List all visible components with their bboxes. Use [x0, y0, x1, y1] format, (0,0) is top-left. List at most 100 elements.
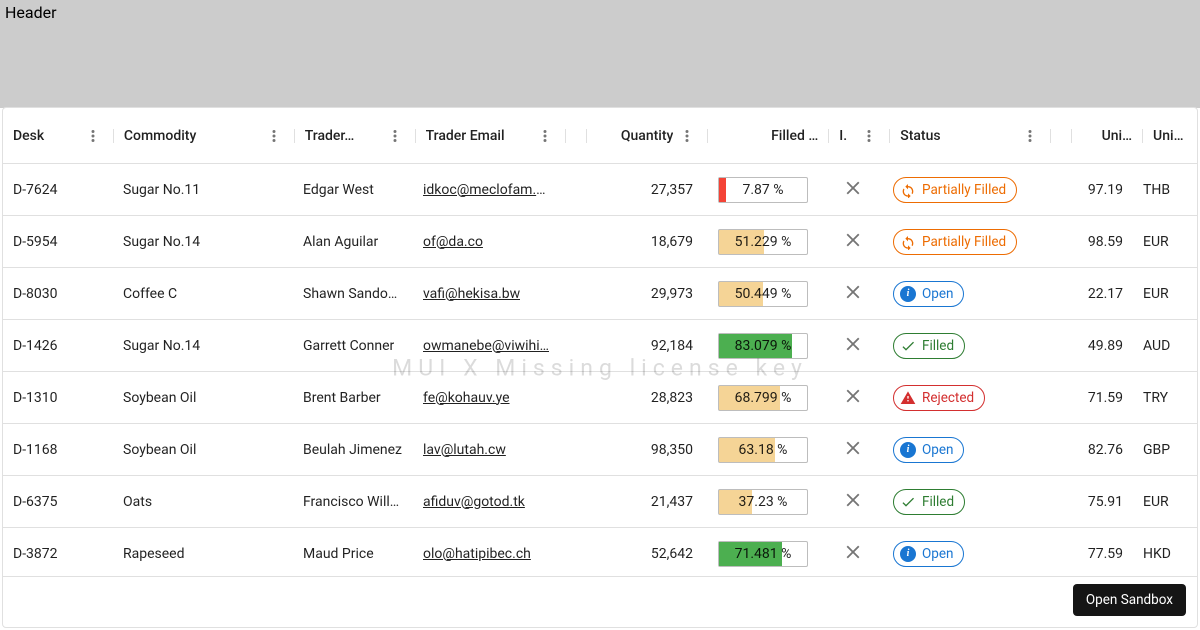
more-vert-icon[interactable]	[580, 122, 586, 150]
more-vert-icon[interactable]	[83, 122, 103, 150]
table-row[interactable]: D-8030Coffee CShawn Sando… vafi@hekisa.bw…	[3, 268, 1197, 320]
more-vert-icon[interactable]	[535, 122, 555, 150]
cell-status[interactable]: Partially Filled	[883, 164, 1043, 216]
email-link[interactable]: olo@hatipibec.ch	[423, 546, 531, 562]
cell-status[interactable]: Filled	[883, 320, 1043, 372]
cell-currency[interactable]: EUR	[1133, 216, 1187, 268]
email-link[interactable]: lav@lutah.cw	[423, 442, 506, 458]
cell-unit-price[interactable]: 97.19	[1063, 164, 1133, 216]
more-vert-icon[interactable]	[264, 122, 284, 150]
cell-trader-name[interactable]: Brent Barber	[293, 372, 413, 424]
cell-quantity[interactable]: 21,437	[583, 476, 703, 528]
cell-is-filled[interactable]	[823, 216, 883, 268]
cell-quantity[interactable]: 27,357	[583, 164, 703, 216]
cell-filled-quantity[interactable]: 37.23 %	[703, 476, 823, 528]
cell-trader-name[interactable]: Garrett Conner	[293, 320, 413, 372]
cell-filled-quantity[interactable]: 50.449 %	[703, 268, 823, 320]
cell-filled-quantity[interactable]: 51.229 %	[703, 216, 823, 268]
email-link[interactable]: vafi@hekisa.bw	[423, 286, 520, 302]
more-vert-icon[interactable]	[859, 122, 879, 150]
cell-trader-name[interactable]: Alan Aguilar	[293, 216, 413, 268]
table-row[interactable]: D-6375OatsFrancisco Will… afiduv@gotod.tk…	[3, 476, 1197, 528]
email-link[interactable]: afiduv@gotod.tk	[423, 494, 525, 510]
cell-is-filled[interactable]	[823, 164, 883, 216]
cell-quantity[interactable]: 98,350	[583, 424, 703, 476]
cell-commodity[interactable]: Rapeseed	[113, 528, 293, 576]
cell-unit-price[interactable]: 22.17	[1063, 268, 1133, 320]
cell-quantity[interactable]: 29,973	[583, 268, 703, 320]
table-row[interactable]: D-1310Soybean OilBrent Barber fe@kohauv.y…	[3, 372, 1197, 424]
email-link[interactable]: owmanebe@viwihi…	[423, 338, 549, 354]
cell-desk[interactable]: D-1310	[3, 372, 113, 424]
cell-unit-price[interactable]: 71.59	[1063, 372, 1133, 424]
more-vert-icon[interactable]	[1065, 122, 1071, 150]
cell-quantity[interactable]: 52,642	[583, 528, 703, 576]
cell-status[interactable]: iOpen	[883, 268, 1043, 320]
cell-is-filled[interactable]	[823, 424, 883, 476]
cell-unit-price[interactable]: 98.59	[1063, 216, 1133, 268]
email-link[interactable]: idkoc@meclofam.g…	[423, 182, 553, 198]
cell-trader-email[interactable]: owmanebe@viwihi…	[413, 320, 563, 372]
cell-status[interactable]: Rejected	[883, 372, 1043, 424]
table-row[interactable]: D-1426Sugar No.14Garrett Conner owmanebe@…	[3, 320, 1197, 372]
cell-filled-quantity[interactable]: 83.079 %	[703, 320, 823, 372]
cell-filled-quantity[interactable]: 68.799 %	[703, 372, 823, 424]
cell-desk[interactable]: D-6375	[3, 476, 113, 528]
cell-desk[interactable]: D-7624	[3, 164, 113, 216]
cell-desk[interactable]: D-1168	[3, 424, 113, 476]
cell-currency[interactable]: HKD	[1133, 528, 1187, 576]
open-sandbox-button[interactable]: Open Sandbox	[1073, 584, 1186, 616]
table-row[interactable]: D-5954Sugar No.14Alan Aguilar of@da.co 18,…	[3, 216, 1197, 268]
cell-commodity[interactable]: Sugar No.14	[113, 320, 293, 372]
cell-is-filled[interactable]	[823, 476, 883, 528]
cell-trader-email[interactable]: vafi@hekisa.bw	[413, 268, 563, 320]
cell-commodity[interactable]: Oats	[113, 476, 293, 528]
email-link[interactable]: of@da.co	[423, 234, 483, 250]
email-link[interactable]: fe@kohauv.ye	[423, 390, 510, 406]
cell-is-filled[interactable]	[823, 372, 883, 424]
table-row[interactable]: D-1168Soybean OilBeulah Jimenez lav@lutah…	[3, 424, 1197, 476]
cell-commodity[interactable]: Sugar No.11	[113, 164, 293, 216]
cell-unit-price[interactable]: 49.89	[1063, 320, 1133, 372]
column-header-unit-price[interactable]: Uni…	[1072, 108, 1142, 164]
cell-unit-price[interactable]: 77.59	[1063, 528, 1133, 576]
cell-is-filled[interactable]	[823, 268, 883, 320]
cell-currency[interactable]: TRY	[1133, 372, 1187, 424]
cell-filled-quantity[interactable]: 71.481 %	[703, 528, 823, 576]
cell-desk[interactable]: D-5954	[3, 216, 113, 268]
cell-commodity[interactable]: Soybean Oil	[113, 372, 293, 424]
cell-unit-price[interactable]: 75.91	[1063, 476, 1133, 528]
cell-trader-name[interactable]: Shawn Sando…	[293, 268, 413, 320]
cell-trader-name[interactable]: Beulah Jimenez	[293, 424, 413, 476]
column-header-trader-email[interactable]: Trader Email	[416, 108, 566, 164]
column-header-spacer[interactable]	[1051, 108, 1071, 164]
cell-trader-name[interactable]: Edgar West	[293, 164, 413, 216]
cell-desk[interactable]: D-1426	[3, 320, 113, 372]
cell-commodity[interactable]: Sugar No.14	[113, 216, 293, 268]
cell-currency[interactable]: EUR	[1133, 476, 1187, 528]
column-header-filled-quantity[interactable]: Filled …	[708, 108, 828, 164]
cell-desk[interactable]: D-8030	[3, 268, 113, 320]
cell-trader-email[interactable]: afiduv@gotod.tk	[413, 476, 563, 528]
cell-trader-email[interactable]: olo@hatipibec.ch	[413, 528, 563, 576]
cell-currency[interactable]: GBP	[1133, 424, 1187, 476]
cell-status[interactable]: Filled	[883, 476, 1043, 528]
cell-commodity[interactable]: Coffee C	[113, 268, 293, 320]
cell-currency[interactable]: THB	[1133, 164, 1187, 216]
cell-status[interactable]: Partially Filled	[883, 216, 1043, 268]
cell-commodity[interactable]: Soybean Oil	[113, 424, 293, 476]
cell-quantity[interactable]: 92,184	[583, 320, 703, 372]
table-row[interactable]: D-3872RapeseedMaud Price olo@hatipibec.ch…	[3, 528, 1197, 576]
cell-quantity[interactable]: 18,679	[583, 216, 703, 268]
cell-trader-email[interactable]: lav@lutah.cw	[413, 424, 563, 476]
cell-trader-name[interactable]: Maud Price	[293, 528, 413, 576]
cell-currency[interactable]: EUR	[1133, 268, 1187, 320]
cell-unit-price[interactable]: 82.76	[1063, 424, 1133, 476]
cell-filled-quantity[interactable]: 63.18 %	[703, 424, 823, 476]
cell-desk[interactable]: D-3872	[3, 528, 113, 576]
cell-trader-name[interactable]: Francisco Will…	[293, 476, 413, 528]
cell-status[interactable]: iOpen	[883, 528, 1043, 576]
column-header-status[interactable]: Status	[890, 108, 1050, 164]
column-header-trader-name[interactable]: Trader…	[295, 108, 415, 164]
cell-quantity[interactable]: 28,823	[583, 372, 703, 424]
